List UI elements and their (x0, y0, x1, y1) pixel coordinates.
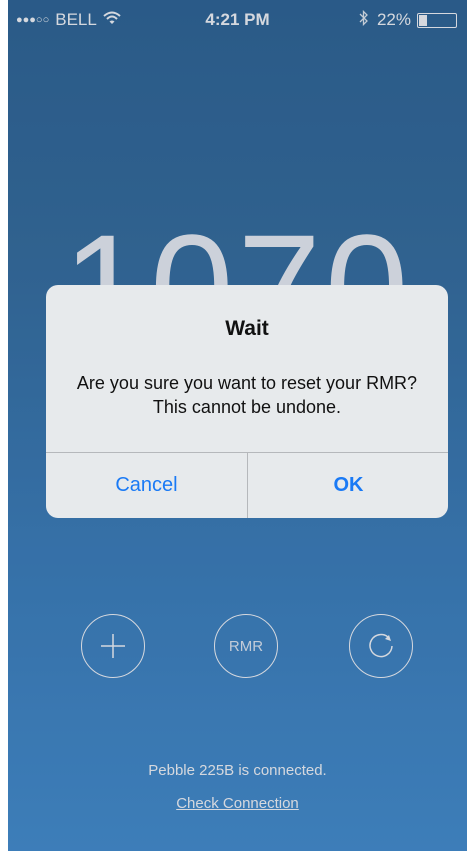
alert-dialog: Wait Are you sure you want to reset your… (46, 285, 448, 518)
cancel-button[interactable]: Cancel (46, 453, 247, 518)
ok-button[interactable]: OK (248, 453, 448, 518)
alert-title: Wait (225, 317, 269, 340)
app-screen: ●●●○○ BELL 4:21 PM 22% 1070 (8, 0, 467, 851)
alert-message: Are you sure you want to reset your RMR?… (76, 373, 418, 417)
